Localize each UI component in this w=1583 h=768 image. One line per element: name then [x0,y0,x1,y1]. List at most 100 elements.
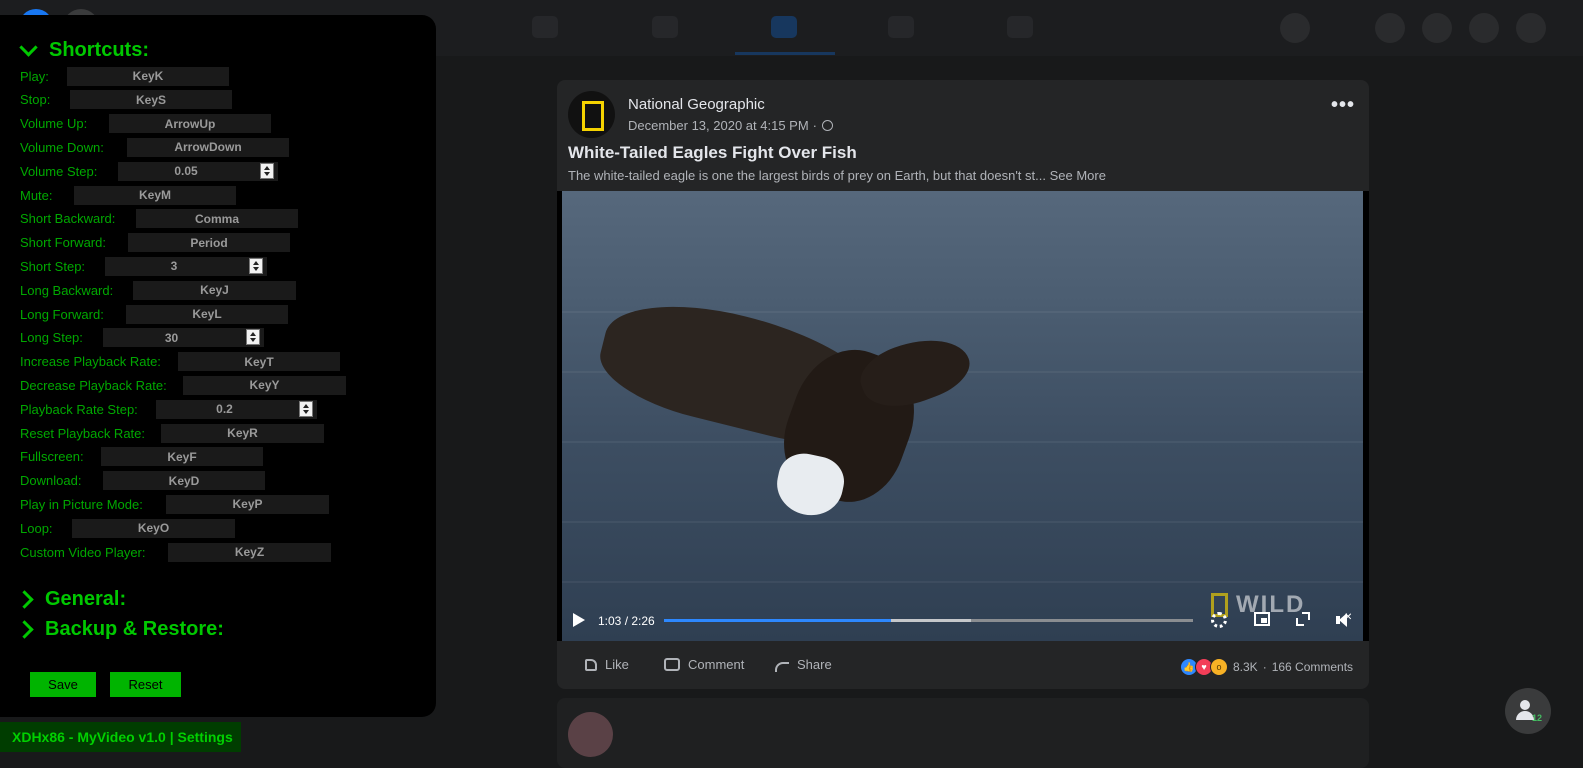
next-post-avatar[interactable] [568,712,613,757]
shortcut-label: Volume Up: [20,116,88,132]
number-input[interactable]: 3 [105,256,267,276]
key-binding-input[interactable]: KeyK [67,66,229,86]
key-binding-input[interactable]: KeyO [72,518,235,538]
key-binding-input[interactable]: KeyD [103,471,265,491]
fullscreen-icon[interactable] [1296,612,1310,626]
messenger-icon[interactable] [1422,13,1452,43]
reaction-count[interactable]: 8.3K [1233,660,1258,674]
notifications-icon[interactable] [1469,13,1499,43]
input-value: KeyJ [200,283,229,298]
globe-icon [822,120,834,131]
thumbs-up-icon [585,658,597,671]
key-binding-input[interactable]: Period [128,233,290,253]
active-tab-indicator [735,52,835,55]
shortcut-label: Download: [20,473,82,489]
reset-button[interactable]: Reset [110,672,181,697]
account-menu-icon[interactable] [1516,13,1546,43]
key-binding-input[interactable]: KeyZ [168,542,331,562]
home-icon[interactable] [532,16,558,38]
natgeo-logo [582,101,604,131]
see-more-link[interactable]: See More [1050,168,1106,183]
progress-track[interactable] [664,619,1193,622]
key-binding-input[interactable]: ArrowDown [127,137,289,157]
spinner-arrows-icon[interactable] [246,329,260,346]
input-value: ArrowDown [174,140,242,155]
shortcuts-section-header[interactable]: Shortcuts: [19,38,149,62]
shortcut-row: Playback Rate Step: 0.2 [20,399,317,419]
key-binding-input[interactable]: KeyF [101,447,263,467]
key-binding-input[interactable]: KeyP [166,494,329,514]
video-frame[interactable] [562,191,1363,641]
key-binding-input[interactable]: Comma [136,209,298,229]
watch-icon[interactable] [771,16,797,38]
input-value: 0.2 [216,402,233,417]
shortcut-row: Volume Up: ArrowUp [20,114,271,134]
number-input[interactable]: 0.05 [118,161,278,181]
key-binding-input[interactable]: KeyS [70,90,232,110]
more-options-icon[interactable]: ••• [1331,94,1355,117]
like-label: Like [605,657,629,672]
post-title: White-Tailed Eagles Fight Over Fish [568,143,857,162]
wow-reaction-icon: o [1210,658,1228,676]
number-input[interactable]: 30 [103,328,264,348]
pages-icon[interactable] [652,16,678,38]
picture-in-picture-icon[interactable] [1254,612,1270,626]
page-name-link[interactable]: National Geographic [628,96,765,113]
video-player[interactable] [557,191,1369,641]
spinner-arrows-icon[interactable] [249,257,263,274]
key-binding-input[interactable]: KeyM [74,185,236,205]
shortcut-row: Mute: KeyM [20,185,236,205]
key-binding-input[interactable]: KeyL [126,304,288,324]
create-icon[interactable] [1375,13,1405,43]
post-date-link[interactable]: December 13, 2020 at 4:15 PM [628,118,809,133]
key-binding-input[interactable]: KeyJ [133,280,296,300]
play-icon[interactable] [573,613,585,627]
count-separator: · [1262,660,1267,674]
profile-avatar[interactable] [1280,13,1310,43]
backup-section-header[interactable]: Backup & Restore: [15,618,224,641]
shortcut-row: Custom Video Player: KeyZ [20,542,331,562]
comment-button[interactable]: Comment [664,657,744,672]
input-value: KeyM [138,188,171,202]
spinner-arrows-icon[interactable] [260,162,274,179]
shortcut-row: Stop: KeyS [20,90,232,110]
shortcut-label: Volume Down: [20,139,104,155]
key-binding-input[interactable]: KeyR [161,423,324,443]
settings-panel: Shortcuts: Play: KeyK Stop: KeyS Volume Up: A… [0,15,436,717]
shortcut-label: Short Backward: [20,211,116,227]
like-button[interactable]: Like [585,657,629,672]
shortcut-label: Long Forward: [20,306,104,322]
shortcut-label: Long Backward: [20,282,114,298]
key-binding-input[interactable]: ArrowUp [109,114,271,134]
shortcut-row: Decrease Playback Rate: KeyY [20,375,346,395]
reaction-summary[interactable]: 👍 ♥ o 8.3K · 166 Comments [1180,658,1353,676]
general-section-title: General: [45,588,127,610]
shortcut-label: Increase Playback Rate: [20,354,161,370]
number-input[interactable]: 0.2 [156,399,317,419]
share-button[interactable]: Share [775,657,832,672]
key-binding-input[interactable]: KeyT [178,352,340,372]
save-button[interactable]: Save [30,672,96,697]
settings-gear-icon[interactable] [1211,612,1227,628]
groups-icon[interactable] [1007,16,1033,38]
key-binding-input[interactable]: KeyY [183,375,346,395]
shortcut-row: Loop: KeyO [20,518,235,538]
shortcut-row: Long Step: 30 [20,328,264,348]
shortcut-row: Long Forward: KeyL [20,304,288,324]
shortcut-row: Download: KeyD [20,471,265,491]
marketplace-icon[interactable] [888,16,914,38]
chevron-right-icon [15,620,34,639]
spinner-arrows-icon[interactable] [299,400,313,417]
settings-toggle-tab[interactable]: XDHx86 - MyVideo v1.0 | Settings [0,722,241,752]
input-value: KeyS [135,92,167,107]
video-controls: 1:03 / 2:26 ✕ [557,606,1369,636]
shortcut-row: Long Backward: KeyJ [20,280,296,300]
shortcut-row: Short Backward: Comma [20,209,298,229]
comments-count[interactable]: 166 Comments [1272,660,1353,674]
new-message-button[interactable]: 12 [1505,688,1551,734]
shortcut-row: Fullscreen: KeyF [20,447,263,467]
page-avatar[interactable] [568,91,615,138]
input-value: 0.05 [174,164,198,179]
input-value: Comma [194,211,239,226]
general-section-header[interactable]: General: [15,588,127,611]
